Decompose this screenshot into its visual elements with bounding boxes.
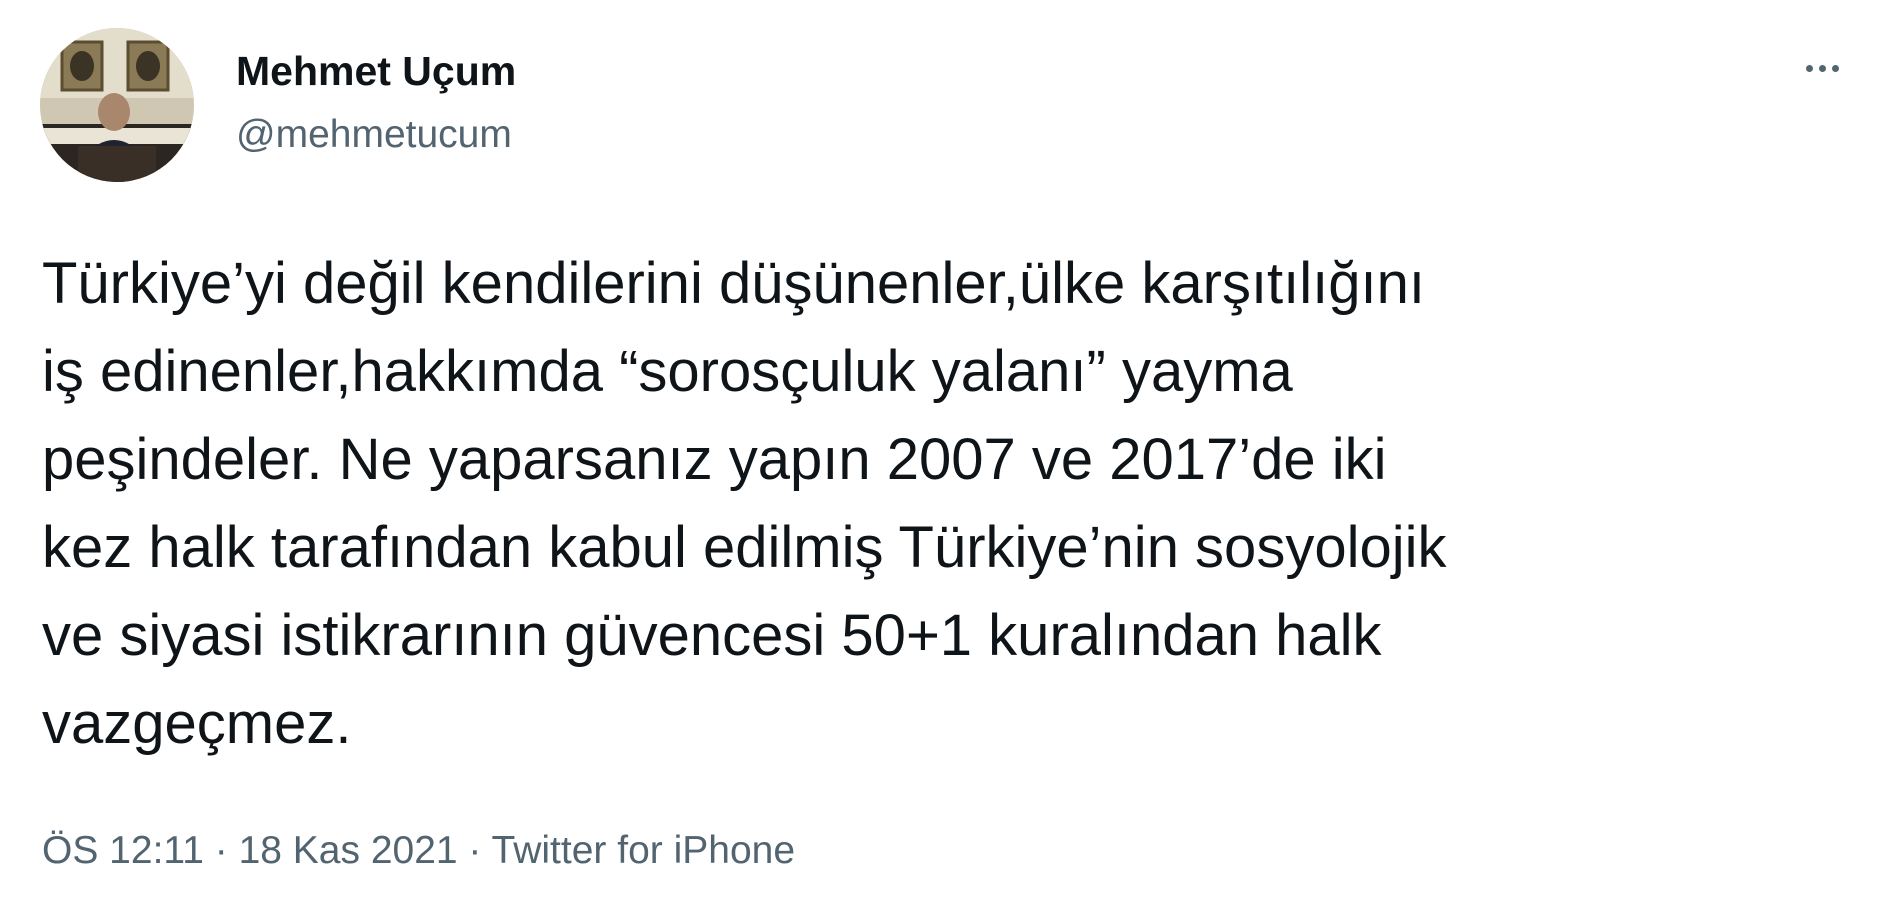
tweet-date[interactable]: 18 Kas 2021 [239, 829, 458, 872]
tweet-meta: ÖS 12:11 · 18 Kas 2021 · Twitter for iPh… [42, 827, 795, 875]
avatar[interactable] [40, 28, 194, 182]
tweet-text-line: kez halk tarafından kabul edilmiş Türkiy… [42, 515, 1447, 580]
tweet-text-line: Türkiye’yi değil kendilerini düşünenler,… [42, 251, 1426, 316]
tweet-text-line: peşindeler. Ne yaparsanız yapın 2007 ve … [42, 427, 1387, 492]
tweet-time[interactable]: ÖS 12:11 [42, 829, 204, 872]
tweet-text: Türkiye’yi değil kendilerini düşünenler,… [42, 240, 1842, 768]
tweet-text-line: vazgeçmez. [42, 691, 352, 756]
more-horizontal-icon [1818, 64, 1826, 72]
meta-separator: · [457, 829, 492, 872]
tweet-source-link[interactable]: Twitter for iPhone [492, 829, 795, 872]
tweet-card: Mehmet Uçum @mehmetucum Türkiye’yi değil… [0, 0, 1888, 900]
tweet-text-line: iş edinenler,hakkımda “sorosçuluk yalanı… [42, 339, 1293, 404]
more-options-button[interactable] [1794, 48, 1850, 88]
more-horizontal-icon [1805, 64, 1813, 72]
more-horizontal-icon [1831, 64, 1839, 72]
tweet-text-line: ve siyasi istikrarının güvencesi 50+1 ku… [42, 603, 1382, 668]
author-handle[interactable]: @mehmetucum [236, 111, 512, 159]
author-display-name[interactable]: Mehmet Uçum [236, 46, 516, 96]
meta-separator: · [203, 829, 239, 872]
avatar-photo [40, 28, 194, 182]
